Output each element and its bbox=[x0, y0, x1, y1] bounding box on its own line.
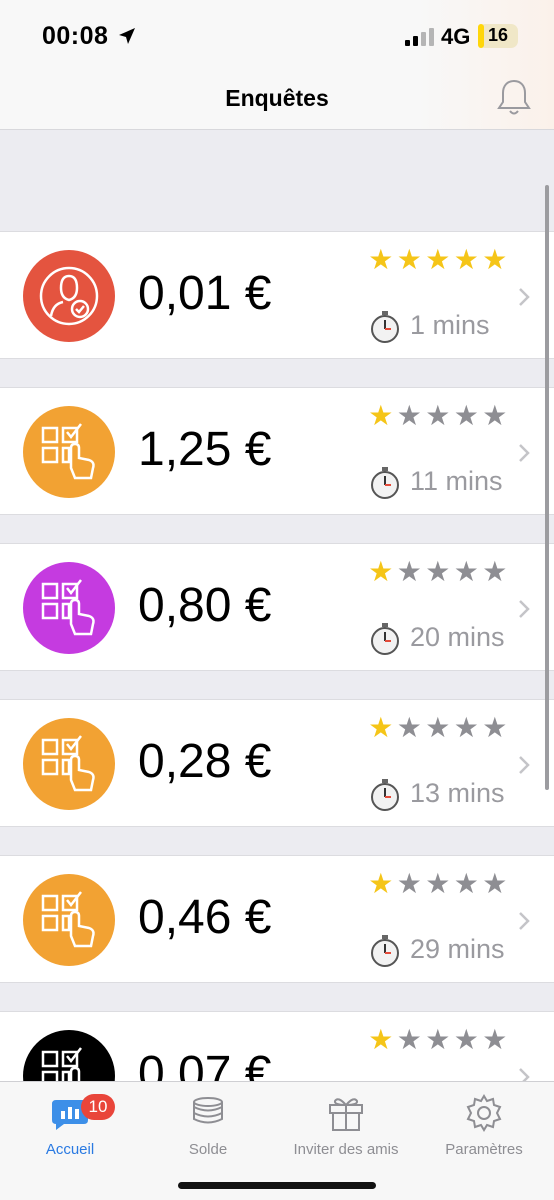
survey-avatar bbox=[23, 718, 115, 810]
star-icon: ★ bbox=[425, 556, 451, 587]
checklist-hand-icon bbox=[41, 579, 95, 636]
tab-label: Inviter des amis bbox=[293, 1141, 399, 1158]
star-icon: ★ bbox=[368, 244, 394, 275]
bell-icon[interactable] bbox=[496, 78, 532, 118]
tab-solde[interactable]: Solde bbox=[139, 1090, 277, 1160]
survey-avatar bbox=[23, 562, 115, 654]
coins-icon bbox=[193, 1097, 223, 1124]
star-icon: ★ bbox=[396, 1024, 422, 1055]
star-icon: ★ bbox=[453, 712, 479, 743]
survey-duration: 29 mins bbox=[410, 934, 505, 964]
profile-check-icon bbox=[39, 266, 99, 326]
survey-row[interactable]: 0,28 € ★ ★ ★ ★ ★ 13 mins bbox=[0, 699, 554, 827]
star-icon: ★ bbox=[453, 244, 479, 275]
survey-avatar bbox=[23, 874, 115, 966]
star-icon: ★ bbox=[396, 868, 422, 899]
checklist-hand-icon bbox=[41, 423, 95, 480]
chevron-right-icon bbox=[519, 444, 530, 462]
star-icon: ★ bbox=[425, 712, 451, 743]
star-rating: ★ ★ ★ ★ ★ bbox=[367, 1026, 509, 1054]
gift-icon bbox=[329, 1098, 363, 1131]
network-type: 4G bbox=[441, 24, 471, 49]
stopwatch-icon bbox=[371, 779, 399, 811]
survey-reward: 0,28 € bbox=[138, 735, 272, 788]
survey-duration: 1 mins bbox=[410, 310, 490, 340]
survey-avatar bbox=[23, 406, 115, 498]
battery-level: 16 bbox=[487, 25, 509, 45]
location-arrow-icon bbox=[119, 28, 135, 44]
star-icon: ★ bbox=[368, 400, 394, 431]
survey-reward: 0,80 € bbox=[138, 579, 272, 632]
survey-reward: 1,25 € bbox=[138, 423, 272, 476]
star-rating: ★ ★ ★ ★ ★ bbox=[367, 402, 509, 430]
survey-reward: 0,01 € bbox=[138, 267, 272, 320]
survey-duration: 11 mins bbox=[410, 466, 503, 496]
star-rating: ★ ★ ★ ★ ★ bbox=[367, 714, 509, 742]
survey-duration: 13 mins bbox=[410, 778, 505, 808]
page-title: Enquêtes bbox=[225, 85, 329, 111]
chevron-right-icon bbox=[519, 756, 530, 774]
tab-label: Solde bbox=[188, 1141, 228, 1158]
status-time: 00:08 bbox=[42, 22, 109, 50]
cellular-signal-icon bbox=[405, 28, 434, 46]
survey-row[interactable]: 0,01 € ★ ★ ★ ★ ★ 1 mins bbox=[0, 231, 554, 359]
survey-duration: 20 mins bbox=[410, 622, 505, 652]
star-rating: ★ ★ ★ ★ ★ bbox=[367, 558, 509, 586]
stopwatch-icon bbox=[371, 311, 399, 343]
star-icon: ★ bbox=[453, 868, 479, 899]
star-icon: ★ bbox=[396, 400, 422, 431]
stopwatch-icon bbox=[371, 935, 399, 967]
tab-inviter[interactable]: Inviter des amis bbox=[277, 1090, 415, 1160]
notification-badge: 10 bbox=[81, 1094, 115, 1120]
survey-row[interactable]: 0,46 € ★ ★ ★ ★ ★ 29 mins bbox=[0, 855, 554, 983]
chevron-right-icon bbox=[519, 288, 530, 306]
star-icon: ★ bbox=[482, 1024, 508, 1055]
stopwatch-icon bbox=[371, 623, 399, 655]
checklist-hand-icon bbox=[41, 735, 95, 792]
star-icon: ★ bbox=[482, 400, 508, 431]
chevron-right-icon bbox=[519, 600, 530, 618]
star-icon: ★ bbox=[482, 712, 508, 743]
survey-avatar bbox=[23, 250, 115, 342]
star-icon: ★ bbox=[368, 556, 394, 587]
star-icon: ★ bbox=[453, 556, 479, 587]
checklist-hand-icon bbox=[41, 891, 95, 948]
survey-row[interactable]: 0,80 € ★ ★ ★ ★ ★ 20 mins bbox=[0, 543, 554, 671]
star-rating: ★ ★ ★ ★ ★ bbox=[367, 870, 509, 898]
star-icon: ★ bbox=[425, 244, 451, 275]
star-icon: ★ bbox=[425, 400, 451, 431]
star-icon: ★ bbox=[396, 556, 422, 587]
star-icon: ★ bbox=[425, 868, 451, 899]
tab-label: Paramètres bbox=[445, 1141, 523, 1158]
home-indicator[interactable] bbox=[178, 1182, 376, 1189]
star-icon: ★ bbox=[453, 400, 479, 431]
top-bar: 00:08 4G 16 Enquêtes bbox=[0, 0, 554, 130]
stopwatch-icon bbox=[371, 467, 399, 499]
star-icon: ★ bbox=[396, 244, 422, 275]
battery-indicator: 16 bbox=[478, 24, 518, 48]
survey-row[interactable]: 1,25 € ★ ★ ★ ★ ★ 11 mins bbox=[0, 387, 554, 515]
star-icon: ★ bbox=[482, 244, 508, 275]
star-icon: ★ bbox=[396, 712, 422, 743]
tab-label: Accueil bbox=[45, 1141, 95, 1158]
scrollbar[interactable] bbox=[545, 185, 549, 790]
tab-parametres[interactable]: Paramètres bbox=[415, 1090, 553, 1160]
chevron-right-icon bbox=[519, 912, 530, 930]
star-icon: ★ bbox=[368, 868, 394, 899]
star-icon: ★ bbox=[368, 712, 394, 743]
survey-reward: 0,46 € bbox=[138, 891, 272, 944]
star-icon: ★ bbox=[453, 1024, 479, 1055]
star-icon: ★ bbox=[482, 556, 508, 587]
star-icon: ★ bbox=[368, 1024, 394, 1055]
star-rating: ★ ★ ★ ★ ★ bbox=[367, 246, 509, 274]
gear-icon bbox=[466, 1094, 502, 1132]
star-icon: ★ bbox=[425, 1024, 451, 1055]
star-icon: ★ bbox=[482, 868, 508, 899]
tab-accueil[interactable]: 10 Accueil bbox=[1, 1090, 139, 1160]
